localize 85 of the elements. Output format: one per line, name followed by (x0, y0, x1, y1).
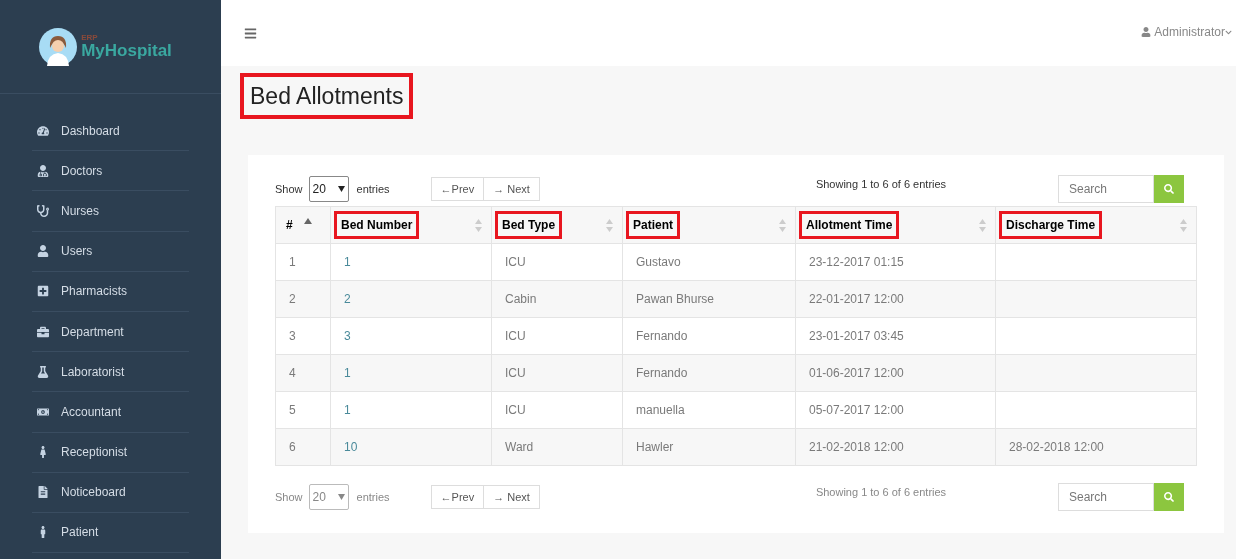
table-cell: 28-02-2018 12:00 (1009, 440, 1104, 454)
column-header[interactable]: Allotment Time (795, 206, 996, 244)
woman-icon (37, 446, 49, 459)
entries-info: Showing 1 to 6 of 6 entries (815, 176, 947, 192)
column-header[interactable]: # (275, 206, 331, 244)
prev-button[interactable]: ←Prev (430, 485, 485, 509)
table-cell: 5 (289, 403, 296, 417)
sidebar-item[interactable]: Doctors (32, 151, 189, 192)
search-field[interactable]: Search (1058, 175, 1154, 203)
caret-icon (337, 494, 345, 500)
table-cell: manuella (636, 403, 685, 417)
sidebar-item[interactable]: Receptionist (32, 432, 189, 473)
column-header[interactable]: Discharge Time (995, 206, 1197, 244)
table-cell: 3 (344, 329, 351, 343)
gauge-icon (37, 124, 49, 137)
search-field[interactable]: Search (1058, 483, 1154, 511)
page-size-select[interactable]: 20 (308, 176, 349, 202)
table-cell: Hawler (636, 440, 674, 454)
table-cell: Fernando (636, 329, 688, 343)
table-cell: 1 (344, 403, 351, 417)
table-cell: ICU (505, 329, 526, 343)
table-cell: 1 (289, 255, 296, 269)
page-title: Bed Allotments (240, 72, 414, 120)
sidebar-item[interactable]: Noticeboard (32, 472, 189, 513)
table-cell: 1 (344, 366, 351, 380)
sidebar-item[interactable]: Dashboard (32, 111, 189, 152)
column-header[interactable]: Bed Type (491, 206, 623, 244)
flask-icon (37, 365, 49, 378)
entries-info: Showing 1 to 6 of 6 entries (815, 484, 947, 500)
document-icon (37, 486, 49, 499)
table-cell: 01-06-2017 12:00 (809, 366, 904, 380)
sidebar-item[interactable]: Laboratorist (32, 352, 189, 393)
table-cell: ICU (505, 366, 526, 380)
table-cell: 22-01-2017 12:00 (809, 292, 904, 306)
table-cell: 3 (289, 329, 296, 343)
entries-label: entries (356, 181, 390, 197)
table-cell: 1 (344, 255, 351, 269)
search-icon (1164, 184, 1174, 194)
user-icon (37, 245, 49, 258)
table-cell: Gustavo (636, 255, 681, 269)
banknote-icon (37, 405, 49, 418)
table-cell: ICU (505, 403, 526, 417)
stethoscope-icon (37, 204, 49, 217)
doctor-avatar-icon (39, 27, 78, 66)
page-size-select[interactable]: 20 (308, 484, 349, 510)
show-label: Show (275, 489, 303, 505)
table-cell: 6 (289, 440, 296, 454)
sidebar-item[interactable]: Users (32, 231, 189, 272)
table-cell: Ward (505, 440, 534, 454)
chevron-icon (1225, 28, 1232, 36)
search-button[interactable] (1154, 175, 1184, 203)
column-header[interactable]: Patient (622, 206, 796, 244)
sidebar-item[interactable]: Patient (32, 512, 189, 554)
table-cell: Cabin (505, 292, 537, 306)
table-cell: 21-02-2018 12:00 (809, 440, 904, 454)
table-cell: 10 (344, 440, 358, 454)
entries-label: entries (356, 489, 390, 505)
sidebar-item[interactable]: Department (32, 311, 189, 353)
table-cell: Pawan Bhurse (636, 292, 715, 306)
user-menu[interactable]: Administrator (1141, 23, 1232, 41)
table-cell: 2 (289, 292, 296, 306)
table-cell: 23-12-2017 01:15 (809, 255, 904, 269)
prev-button[interactable]: ←Prev (430, 177, 485, 201)
logo-text: MyHospital (81, 42, 172, 59)
column-header[interactable]: Bed Number (330, 206, 492, 244)
show-label: Show (275, 181, 303, 197)
sidebar-item[interactable]: Accountant (32, 392, 189, 433)
briefcase-icon (37, 325, 49, 338)
menu-icon[interactable] (244, 26, 257, 40)
caret-icon (337, 186, 345, 192)
table-cell: 05-07-2017 12:00 (809, 403, 904, 417)
user-icon (1141, 27, 1152, 37)
sidebar-item[interactable]: Pharmacists (32, 271, 189, 312)
next-button[interactable]: → Next (484, 177, 540, 201)
logo-tag: ERP (81, 34, 172, 42)
search-icon (1164, 492, 1174, 502)
table-cell: Fernando (636, 366, 688, 380)
table-cell: ICU (505, 255, 526, 269)
sidebar-item[interactable]: Nurses (32, 191, 189, 232)
next-button[interactable]: → Next (484, 485, 540, 509)
search-button[interactable] (1154, 483, 1184, 511)
table-cell: 23-01-2017 03:45 (809, 329, 904, 343)
table-cell: 4 (289, 366, 296, 380)
doctor-icon (37, 164, 49, 177)
table-cell: 2 (344, 292, 351, 306)
